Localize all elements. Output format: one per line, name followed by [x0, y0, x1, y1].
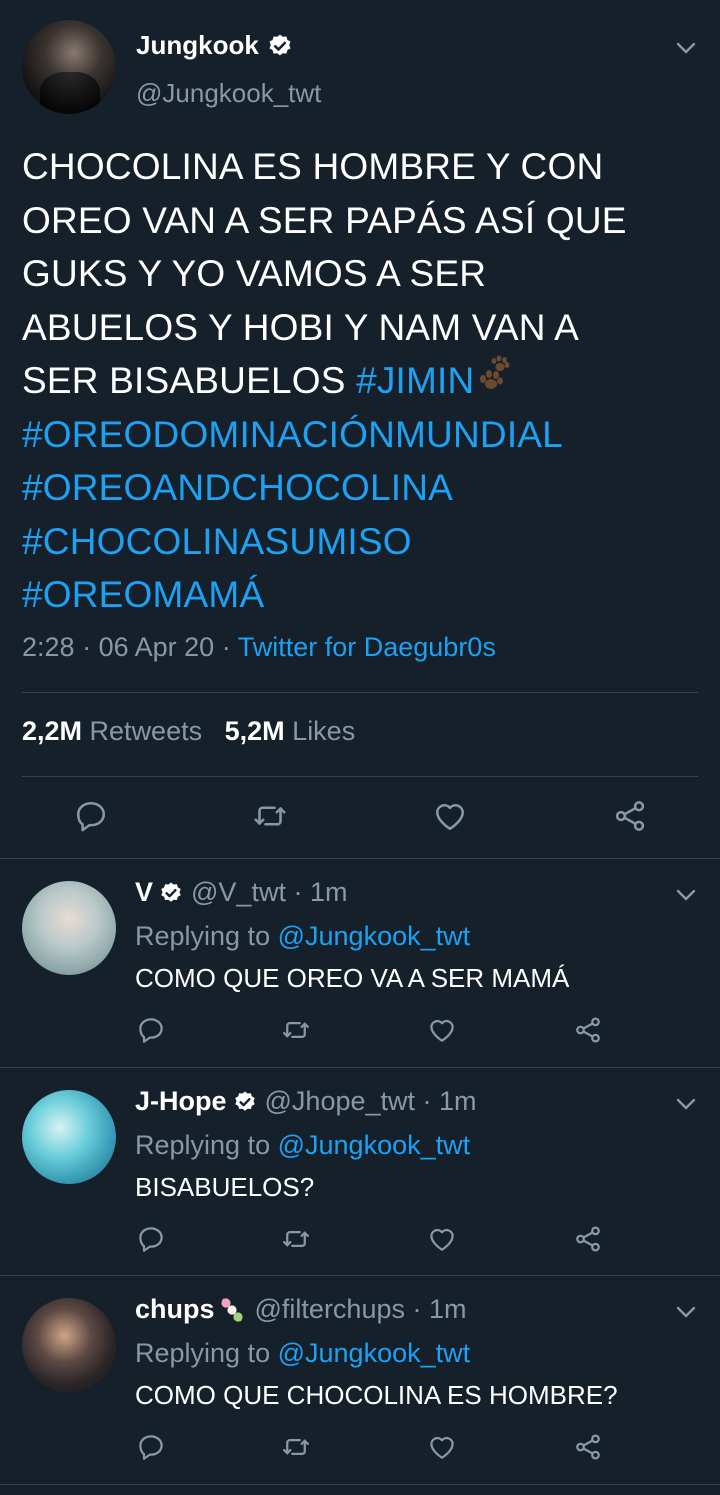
share-icon[interactable] — [573, 1015, 603, 1045]
tweet-date: 06 Apr 20 — [98, 632, 215, 662]
handle[interactable]: @V_twt — [191, 877, 286, 908]
retweets-label: Retweets — [89, 716, 203, 746]
replying-to: Replying to @Jungkook_twt — [135, 921, 470, 952]
tweet-meta: 2:28 · 06 Apr 20 · Twitter for Daegubr0s — [22, 632, 496, 663]
likes-label: Likes — [292, 716, 356, 746]
chevron-down-icon[interactable] — [674, 883, 698, 907]
retweets-count: 2,2M — [22, 716, 83, 746]
retweets-stat[interactable]: 2,2M Retweets — [22, 716, 202, 746]
tweet-time: 2:28 — [22, 632, 75, 662]
reply-header: V @V_twt · 1m — [135, 877, 348, 908]
reply-tweet[interactable]: J-Hope @Jhope_twt · 1m Replying to @Jung… — [0, 1068, 720, 1276]
main-tweet: Jungkook @Jungkook_twt CHOCOLINA ES HOMB… — [0, 0, 720, 859]
reply-text: COMO QUE CHOCOLINA ES HOMBRE? — [135, 1380, 618, 1410]
share-icon[interactable] — [573, 1432, 603, 1462]
tweet-text: CHOCOLINA ES HOMBRE Y CON OREO VAN A SER… — [22, 140, 662, 622]
display-name[interactable]: Jungkook — [136, 30, 259, 61]
avatar[interactable] — [22, 1090, 116, 1184]
author-handle[interactable]: @Jungkook_twt — [136, 78, 321, 109]
replying-handle[interactable]: @Jungkook_twt — [278, 921, 471, 951]
verified-badge-icon — [267, 33, 293, 59]
divider — [22, 776, 698, 777]
display-name[interactable]: V — [135, 877, 153, 908]
retweet-icon[interactable] — [281, 1224, 311, 1254]
meta-separator: · — [221, 632, 231, 662]
chevron-down-icon[interactable] — [674, 1092, 698, 1116]
display-name[interactable]: chups — [135, 1294, 215, 1325]
chevron-down-icon[interactable] — [674, 1300, 698, 1324]
avatar[interactable] — [22, 1298, 116, 1392]
tweet-body: CHOCOLINA ES HOMBRE Y CON OREO VAN A SER… — [22, 146, 627, 401]
like-icon[interactable] — [427, 1432, 457, 1462]
retweet-icon[interactable] — [281, 1432, 311, 1462]
time: 1m — [309, 877, 348, 907]
verified-badge-icon — [233, 1090, 257, 1114]
avatar[interactable] — [22, 20, 116, 114]
like-icon[interactable] — [432, 798, 468, 834]
likes-stat[interactable]: 5,2M Likes — [225, 716, 356, 746]
reply-tweet[interactable]: V @V_twt · 1m Replying to @Jungkook_twt … — [0, 859, 720, 1068]
time: 1m — [439, 1086, 477, 1116]
hashtag-jimin[interactable]: #JIMIN — [356, 360, 474, 401]
hashtag-chocolinasumiso[interactable]: #CHOCOLINASUMISO — [22, 521, 412, 562]
replying-label: Replying to — [135, 1130, 271, 1160]
retweet-icon[interactable] — [252, 798, 288, 834]
reply-text: COMO QUE OREO VA A SER MAMÁ — [135, 963, 570, 993]
replying-to: Replying to @Jungkook_twt — [135, 1130, 470, 1161]
divider — [22, 692, 698, 693]
verified-badge-icon — [159, 881, 183, 905]
share-icon[interactable] — [612, 798, 648, 834]
paw-prints-icon — [474, 355, 518, 395]
replying-handle[interactable]: @Jungkook_twt — [278, 1338, 471, 1368]
reply-tweet[interactable]: chups @filterchups · 1m Replying to @Jun… — [0, 1276, 720, 1485]
avatar[interactable] — [22, 881, 116, 975]
reply-header: chups @filterchups · 1m — [135, 1294, 467, 1325]
like-icon[interactable] — [427, 1224, 457, 1254]
reply-icon[interactable] — [136, 1432, 166, 1462]
reply-icon[interactable] — [136, 1015, 166, 1045]
reply-icon[interactable] — [136, 1224, 166, 1254]
tweet-source[interactable]: Twitter for Daegubr0s — [238, 632, 496, 662]
chevron-down-icon[interactable] — [674, 36, 698, 60]
replying-label: Replying to — [135, 921, 271, 951]
display-name[interactable]: J-Hope — [135, 1086, 227, 1117]
handle[interactable]: @Jhope_twt — [265, 1086, 416, 1117]
hashtag-oreoandchocolina[interactable]: #OREOANDCHOCOLINA — [22, 467, 451, 508]
tweet-stats: 2,2M Retweets 5,2M Likes — [22, 716, 355, 747]
time: 1m — [428, 1294, 467, 1324]
handle[interactable]: @filterchups — [255, 1294, 405, 1325]
hashtag-oreodominacion[interactable]: #OREODOMINACIÓNMUNDIAL — [22, 414, 562, 455]
reply-header: J-Hope @Jhope_twt · 1m — [135, 1086, 477, 1117]
author-name-row[interactable]: Jungkook — [136, 30, 293, 61]
like-icon[interactable] — [427, 1015, 457, 1045]
meta-separator: · — [82, 632, 92, 662]
replying-to: Replying to @Jungkook_twt — [135, 1338, 470, 1369]
hashtag-oreomama[interactable]: #OREOMAMÁ — [22, 574, 264, 615]
reply-icon[interactable] — [73, 798, 109, 834]
retweet-icon[interactable] — [281, 1015, 311, 1045]
replying-handle[interactable]: @Jungkook_twt — [278, 1130, 471, 1160]
share-icon[interactable] — [573, 1224, 603, 1254]
replying-label: Replying to — [135, 1338, 271, 1368]
reply-text: BISABUELOS? — [135, 1172, 315, 1202]
likes-count: 5,2M — [224, 716, 285, 746]
dango-icon — [217, 1295, 247, 1325]
